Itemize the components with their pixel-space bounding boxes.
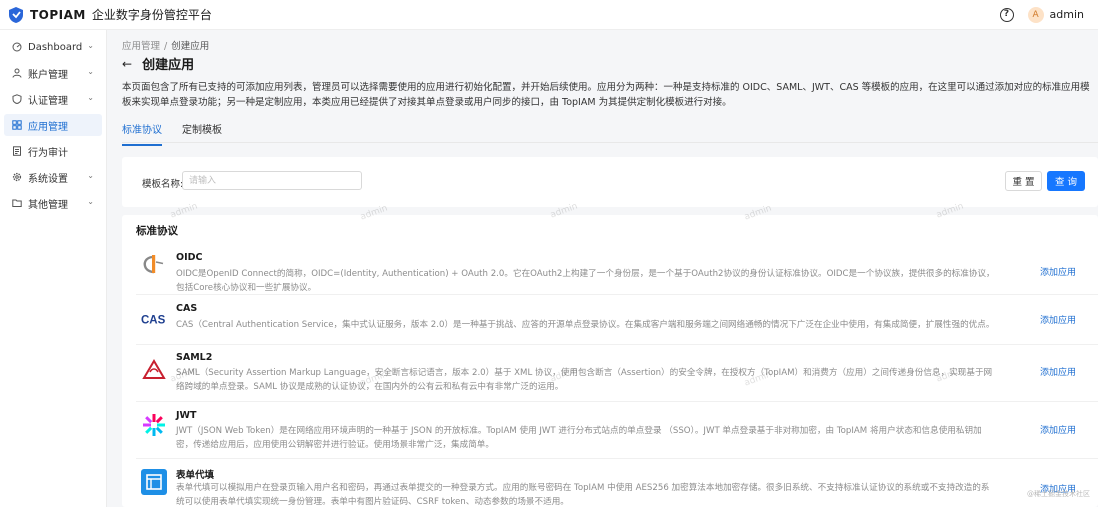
help-icon[interactable]: ?	[999, 7, 1014, 22]
app-name: OIDC	[176, 252, 203, 263]
sidebar-item-label: 账户管理	[28, 69, 68, 81]
add-app-button[interactable]: 添加应用	[1040, 265, 1076, 278]
tabs-divider	[122, 142, 1098, 143]
list-title: 标准协议	[136, 225, 178, 237]
sidebar-item-label: 行为审计	[28, 147, 68, 159]
app-name: SAML2	[176, 352, 213, 363]
avatar[interactable]: A	[1027, 6, 1044, 23]
svg-text:CAS: CAS	[141, 315, 166, 327]
top-header: TOPIAM 企业数字身份管控平台 ? A admin	[0, 0, 1098, 30]
username[interactable]: admin	[1050, 8, 1084, 21]
user-icon	[12, 68, 22, 78]
cas-icon: CAS	[140, 305, 168, 333]
gear-icon	[12, 172, 22, 182]
logo[interactable]: TOPIAM 企业数字身份管控平台	[8, 6, 212, 24]
form-fill-icon	[140, 468, 168, 496]
add-app-button[interactable]: 添加应用	[1040, 423, 1076, 436]
chevron-down-icon: ⌄	[87, 41, 94, 50]
page-description: 本页面包含了所有已支持的可添加应用列表，管理员可以选择需要使用的应用进行初始化配…	[122, 82, 1090, 108]
breadcrumb-parent[interactable]: 应用管理	[122, 41, 160, 52]
sidebar-item-accounts[interactable]: 账户管理 ⌄	[4, 62, 102, 84]
back-arrow-icon[interactable]: ←	[122, 57, 132, 71]
add-app-button[interactable]: 添加应用	[1040, 365, 1076, 378]
oidc-icon	[140, 251, 168, 279]
folder-icon	[12, 199, 22, 207]
list-item: OIDC OIDC是OpenID Connect的简称，OIDC=(Identi…	[136, 243, 1098, 295]
list-item: 表单代填 表单代填可以模拟用户在登录页输入用户名和密码，再通过表单提交的一种登录…	[136, 460, 1098, 507]
chevron-down-icon: ⌄	[87, 171, 94, 180]
brand-text: TOPIAM	[30, 7, 86, 22]
brand-name: 企业数字身份管控平台	[91, 8, 212, 22]
list-item: SAML2 SAML（Security Assertion Markup Lan…	[136, 346, 1098, 402]
main-content: 应用管理 / 创建应用 ← 创建应用 本页面包含了所有已支持的可添加应用列表，管理员…	[108, 30, 1098, 507]
app-description: SAML（Security Assertion Markup Language，…	[176, 368, 993, 392]
page-title: 创建应用	[142, 58, 195, 73]
chevron-down-icon: ⌄	[87, 67, 94, 76]
sidebar-item-other[interactable]: 其他管理 ⌄	[4, 192, 102, 214]
reset-button[interactable]: 重 置	[1005, 171, 1042, 191]
footer-watermark: @稀土掘金技术社区	[1027, 490, 1090, 498]
app-description: 表单代填可以模拟用户在登录页输入用户名和密码，再通过表单提交的一种登录方式。应用…	[176, 483, 990, 507]
template-name-input[interactable]	[182, 171, 362, 190]
app-description: CAS（Central Authentication Service，集中式认证…	[176, 320, 995, 330]
add-app-button[interactable]: 添加应用	[1040, 313, 1076, 326]
jwt-icon	[140, 411, 168, 439]
sidebar-item-auth[interactable]: 认证管理 ⌄	[4, 88, 102, 110]
sidebar-item-apps[interactable]: 应用管理	[4, 114, 102, 136]
sidebar-item-label: Dashboard	[28, 41, 83, 53]
saml-icon	[140, 356, 168, 384]
app-name: JWT	[176, 410, 197, 421]
dashboard-icon	[12, 42, 22, 52]
list-item: JWT JWT（JSON Web Token）是在网络应用环境声明的一种基于 J…	[136, 403, 1098, 459]
sidebar: Dashboard ⌄ 账户管理 ⌄ 认证管理 ⌄ 应用管理 行为审计 系统设置…	[0, 30, 107, 507]
app-template-list: 标准协议 OIDC OIDC是OpenID Connect的简称，OIDC=(I…	[122, 215, 1098, 507]
chevron-down-icon: ⌄	[87, 197, 94, 206]
audit-icon	[13, 146, 21, 156]
chevron-down-icon: ⌄	[87, 93, 94, 102]
app-name: 表单代填	[176, 470, 215, 481]
app-description: JWT（JSON Web Token）是在网络应用环境声明的一种基于 JSON …	[176, 426, 982, 450]
apps-icon	[12, 120, 22, 130]
sidebar-item-settings[interactable]: 系统设置 ⌄	[4, 166, 102, 188]
sidebar-item-dashboard[interactable]: Dashboard ⌄	[4, 36, 102, 58]
sidebar-item-label: 应用管理	[28, 121, 68, 133]
sidebar-item-label: 其他管理	[28, 199, 68, 211]
app-description: OIDC是OpenID Connect的简称，OIDC=(Identity, A…	[176, 269, 995, 293]
sidebar-item-label: 系统设置	[28, 173, 68, 185]
sidebar-item-audit[interactable]: 行为审计	[4, 140, 102, 162]
query-button[interactable]: 查 询	[1047, 171, 1085, 191]
search-form: 模板名称: 重 置 查 询	[122, 157, 1098, 207]
list-item: CAS CAS CAS（Central Authentication Servi…	[136, 297, 1098, 345]
breadcrumb-current: 创建应用	[171, 41, 210, 52]
page-header: ← 创建应用	[122, 54, 195, 74]
sidebar-item-label: 认证管理	[28, 95, 68, 107]
app-name: CAS	[176, 303, 198, 314]
shield-icon	[12, 94, 22, 104]
breadcrumb-separator: /	[164, 41, 168, 52]
shield-logo-icon	[9, 6, 23, 23]
breadcrumb: 应用管理 / 创建应用	[122, 38, 209, 52]
template-name-label: 模板名称:	[142, 179, 184, 190]
